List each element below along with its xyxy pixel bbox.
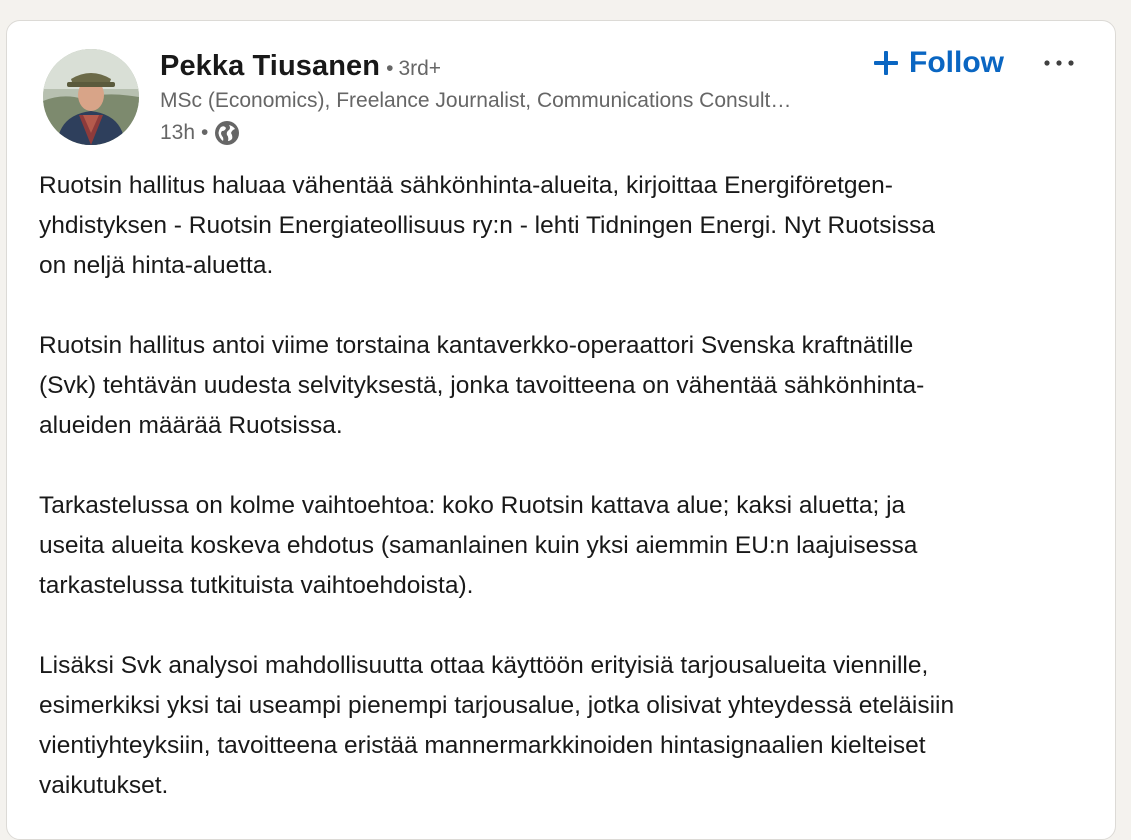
text-line: alueiden määrää Ruotsissa. [39, 412, 343, 439]
connection-degree-label: 3rd+ [398, 57, 442, 80]
author-headline: MSc (Economics), Freelance Journalist, C… [160, 89, 792, 112]
post-meta: 13h • [160, 120, 240, 146]
post-card: Pekka Tiusanen • 3rd+ MSc (Economics), Fr… [6, 20, 1116, 840]
text-line: (Svk) tehtävän uudesta selvityksestä, jo… [39, 372, 925, 399]
text-line: useita alueita koskeva ehdotus (samanlai… [39, 532, 918, 559]
author-photo [43, 49, 139, 145]
follow-button[interactable]: Follow [869, 43, 1008, 83]
globe-icon [214, 120, 240, 146]
text-line: Tarkastelussa on kolme vaihtoehtoa: koko… [39, 492, 906, 519]
ellipsis-icon [1044, 60, 1074, 66]
post-timestamp[interactable]: 13h [160, 121, 195, 145]
post-paragraph: Lisäksi Svk analysoi mahdollisuutta otta… [39, 646, 1089, 806]
text-line: esimerkiksi yksi tai useampi pienempi ta… [39, 692, 955, 719]
post-text: Ruotsin hallitus haluaa vähentää sähkönh… [39, 166, 1089, 839]
text-line: Lisäksi Svk analysoi mahdollisuutta otta… [39, 652, 929, 679]
post-paragraph: Ruotsin hallitus haluaa vähentää sähkönh… [39, 166, 1089, 286]
separator-dot: • [201, 121, 209, 144]
text-line: on neljä hinta-aluetta. [39, 252, 274, 279]
plus-icon [873, 50, 899, 76]
follow-label: Follow [909, 46, 1004, 79]
author-avatar[interactable] [43, 49, 139, 145]
text-line: Ruotsin hallitus antoi viime torstaina k… [39, 332, 914, 359]
author-name-row: Pekka Tiusanen • 3rd+ [160, 50, 441, 83]
post-paragraph: Ruotsin hallitus antoi viime torstaina k… [39, 326, 1089, 446]
separator-dot: • [386, 57, 394, 80]
text-line: Ruotsin hallitus haluaa vähentää sähkönh… [39, 172, 893, 199]
text-line: yhdistyksen - Ruotsin Energiateollisuus … [39, 212, 936, 239]
post-paragraph: Tarkastelussa on kolme vaihtoehtoa: koko… [39, 486, 1089, 606]
more-options-button[interactable] [1037, 45, 1081, 81]
connection-degree: • 3rd+ [386, 57, 441, 81]
text-line: tarkastelussa tutkituista vaihtoehdoista… [39, 572, 474, 599]
author-name[interactable]: Pekka Tiusanen [160, 50, 380, 83]
text-line: vientiyhteyksiin, tavoitteena eristää ma… [39, 732, 926, 759]
text-line: vaikutukset. [39, 772, 169, 799]
